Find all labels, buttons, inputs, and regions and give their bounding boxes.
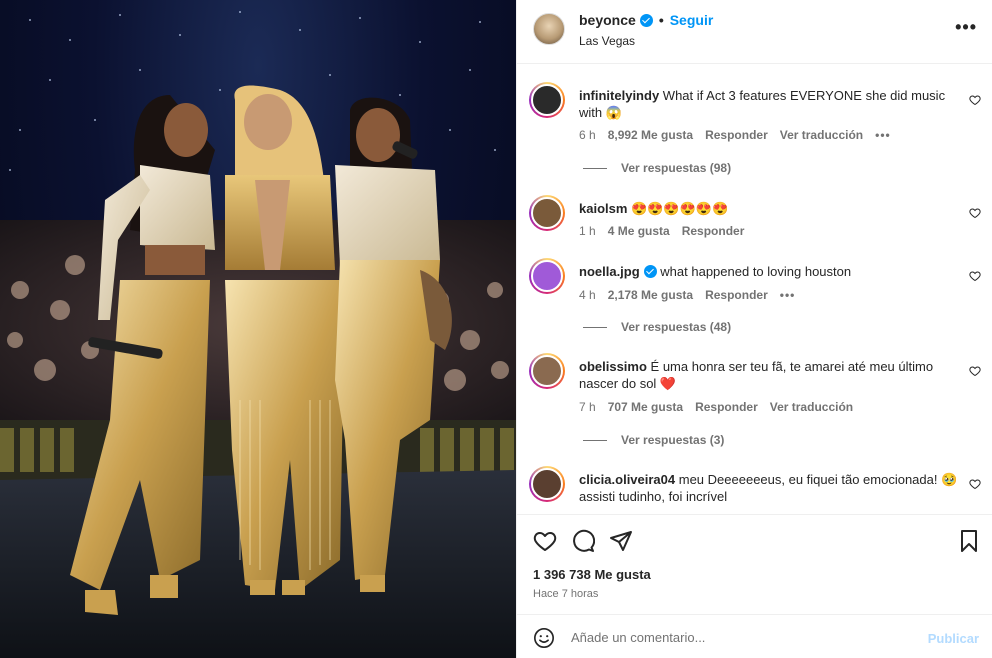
comment-time[interactable]: 7 h [579, 400, 596, 414]
view-replies-button[interactable]: Ver respuestas (48) [583, 320, 731, 334]
commenter-avatar[interactable] [529, 353, 565, 389]
follow-button[interactable]: Seguir [670, 12, 714, 28]
comment-like-heart-icon[interactable] [969, 207, 981, 219]
emoji-smiley-icon[interactable] [533, 627, 555, 649]
comment-input[interactable] [571, 625, 911, 649]
replies-line [583, 168, 607, 170]
post-header: beyonce • Seguir Las Vegas ••• [517, 0, 992, 64]
comment-like-heart-icon[interactable] [969, 270, 981, 282]
comment-text: clicia.oliveira04 meu Deeeeeeeus, eu fiq… [579, 471, 959, 505]
comment-likes[interactable]: 8,992 Me gusta [608, 128, 693, 142]
reply-button[interactable]: Responder [705, 288, 768, 302]
commenter-username[interactable]: infinitelyindy [579, 88, 659, 103]
commenter-avatar[interactable] [529, 82, 565, 118]
save-bookmark-icon[interactable] [957, 529, 981, 553]
view-replies-button[interactable]: Ver respuestas (98) [583, 161, 731, 175]
commenter-avatar[interactable] [529, 466, 565, 502]
comment-text: obelissimo É uma honra ser teu fã, te am… [579, 358, 959, 392]
replies-line [583, 327, 607, 329]
add-comment-bar: Publicar [517, 614, 992, 658]
comment-like-heart-icon[interactable] [969, 478, 981, 490]
more-options-icon[interactable]: ••• [955, 18, 977, 36]
commenter-username[interactable]: noella.jpg [579, 264, 640, 279]
reply-button[interactable]: Responder [705, 128, 768, 142]
view-replies-label: Ver respuestas (98) [621, 161, 732, 175]
post-actions: 1 396 738 Me gusta Hace 7 horas [517, 514, 992, 614]
comment-more-icon[interactable]: ••• [780, 288, 796, 302]
comment-meta: 6 h 8,992 Me gusta Responder Ver traducción… [579, 128, 903, 142]
commenter-avatar[interactable] [529, 258, 565, 294]
commenter-username[interactable]: clicia.oliveira04 [579, 472, 675, 487]
comment-like-heart-icon[interactable] [969, 94, 981, 106]
post-panel: beyonce • Seguir Las Vegas ••• infinitelyi… [516, 0, 992, 658]
comment-text: infinitelyindy What if Act 3 features EV… [579, 87, 959, 121]
comment-body: 😍😍😍😍😍😍 [631, 201, 729, 216]
commenter-username[interactable]: kaiolsm [579, 201, 627, 216]
like-heart-icon[interactable] [533, 529, 557, 553]
comment-likes[interactable]: 2,178 Me gusta [608, 288, 693, 302]
verified-badge-icon [643, 265, 657, 278]
comment-time[interactable]: 4 h [579, 288, 596, 302]
comment-text: noella.jpg what happened to loving houst… [579, 263, 959, 280]
post-location[interactable]: Las Vegas [579, 34, 635, 48]
publish-button[interactable]: Publicar [928, 631, 979, 646]
verified-badge-icon [639, 14, 653, 27]
comment-meta: 7 h 707 Me gusta Responder Ver traducción [579, 400, 865, 414]
comment-meta: 1 h 4 Me gusta Responder [579, 224, 756, 238]
reply-button[interactable]: Responder [695, 400, 758, 414]
comment-text: kaiolsm 😍😍😍😍😍😍 [579, 200, 959, 217]
post-likes-count[interactable]: 1 396 738 Me gusta [533, 567, 651, 582]
replies-line [583, 440, 607, 442]
post-photo[interactable] [0, 0, 516, 658]
view-replies-label: Ver respuestas (48) [621, 320, 732, 334]
commenter-avatar[interactable] [529, 195, 565, 231]
view-replies-button[interactable]: Ver respuestas (3) [583, 433, 724, 447]
comment-meta: 4 h 2,178 Me gusta Responder ••• [579, 288, 807, 302]
comment-bubble-icon[interactable] [571, 529, 595, 553]
author-avatar[interactable] [533, 13, 565, 45]
separator-dot: • [658, 12, 664, 28]
comment-likes[interactable]: 707 Me gusta [608, 400, 683, 414]
author-username[interactable]: beyonce [579, 12, 636, 28]
comment-time[interactable]: 1 h [579, 224, 596, 238]
concert-photo-illustration [0, 11, 516, 658]
comment-like-heart-icon[interactable] [969, 365, 981, 377]
share-send-icon[interactable] [609, 529, 633, 553]
commenter-username[interactable]: obelissimo [579, 359, 647, 374]
view-replies-label: Ver respuestas (3) [621, 433, 725, 447]
comment-likes[interactable]: 4 Me gusta [608, 224, 670, 238]
comment-body: what happened to loving houston [660, 264, 852, 279]
translate-button[interactable]: Ver traducción [780, 128, 863, 142]
comment-more-icon[interactable]: ••• [875, 128, 891, 142]
comment-time[interactable]: 6 h [579, 128, 596, 142]
comments-list[interactable]: infinitelyindy What if Act 3 features EV… [517, 64, 992, 514]
translate-button[interactable]: Ver traducción [770, 400, 853, 414]
reply-button[interactable]: Responder [682, 224, 745, 238]
post-time-ago[interactable]: Hace 7 horas [533, 588, 598, 600]
